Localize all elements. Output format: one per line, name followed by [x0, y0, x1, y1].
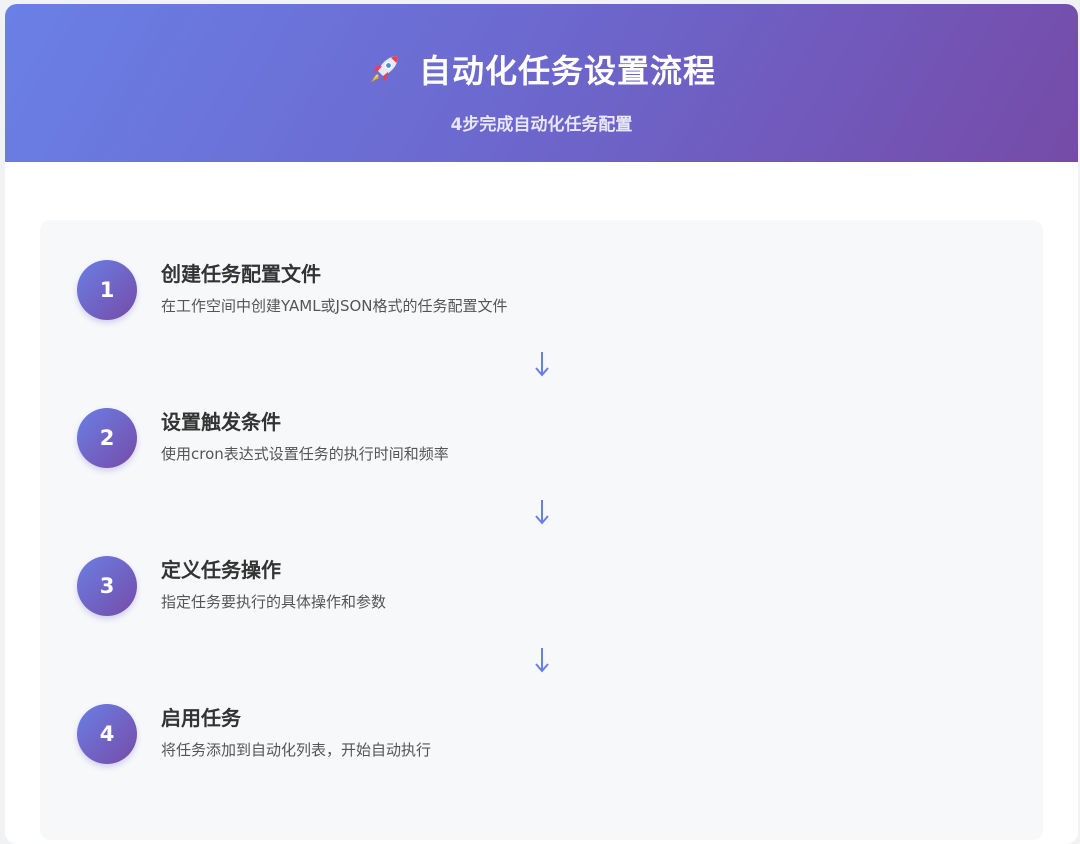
- step-item: 3 定义任务操作 指定任务要执行的具体操作和参数: [77, 556, 1043, 616]
- steps-panel: 1 创建任务配置文件 在工作空间中创建YAML或JSON格式的任务配置文件 2 …: [40, 220, 1043, 840]
- step-title: 创建任务配置文件: [161, 262, 321, 286]
- step-description: 在工作空间中创建YAML或JSON格式的任务配置文件: [161, 297, 508, 315]
- step-text: 设置触发条件 使用cron表达式设置任务的执行时间和频率: [161, 408, 449, 464]
- content-area: 1 创建任务配置文件 在工作空间中创建YAML或JSON格式的任务配置文件 2 …: [5, 162, 1078, 840]
- arrow-down-icon: [534, 648, 549, 673]
- header-banner: 自动化任务设置流程 4步完成自动化任务配置: [5, 4, 1078, 162]
- page-title: 自动化任务设置流程: [418, 52, 716, 90]
- step-title: 设置触发条件: [161, 410, 281, 434]
- step-connector: [77, 468, 1043, 556]
- step-description: 使用cron表达式设置任务的执行时间和频率: [161, 445, 449, 463]
- step-item: 1 创建任务配置文件 在工作空间中创建YAML或JSON格式的任务配置文件: [77, 260, 1043, 320]
- step-connector: [77, 320, 1043, 408]
- step-text: 定义任务操作 指定任务要执行的具体操作和参数: [161, 556, 386, 612]
- step-item: 4 启用任务 将任务添加到自动化列表，开始自动执行: [77, 704, 1043, 764]
- step-number-badge: 2: [77, 408, 137, 468]
- step-description: 指定任务要执行的具体操作和参数: [161, 593, 387, 611]
- rocket-icon: [367, 51, 403, 87]
- step-text: 创建任务配置文件 在工作空间中创建YAML或JSON格式的任务配置文件: [161, 260, 508, 316]
- arrow-down-icon: [534, 500, 549, 525]
- step-number-badge: 4: [77, 704, 137, 764]
- step-text: 启用任务 将任务添加到自动化列表，开始自动执行: [161, 704, 431, 760]
- arrow-down-icon: [534, 352, 549, 377]
- title-row: 自动化任务设置流程: [5, 46, 1078, 92]
- step-description: 将任务添加到自动化列表，开始自动执行: [161, 741, 432, 759]
- step-connector: [77, 616, 1043, 704]
- step-title: 定义任务操作: [161, 558, 281, 582]
- step-number-badge: 3: [77, 556, 137, 616]
- step-title: 启用任务: [161, 706, 241, 730]
- page: 自动化任务设置流程 4步完成自动化任务配置 1 创建任务配置文件 在工作空间中创…: [5, 4, 1078, 844]
- step-number-badge: 1: [77, 260, 137, 320]
- step-item: 2 设置触发条件 使用cron表达式设置任务的执行时间和频率: [77, 408, 1043, 468]
- page-subtitle: 4步完成自动化任务配置: [450, 115, 633, 135]
